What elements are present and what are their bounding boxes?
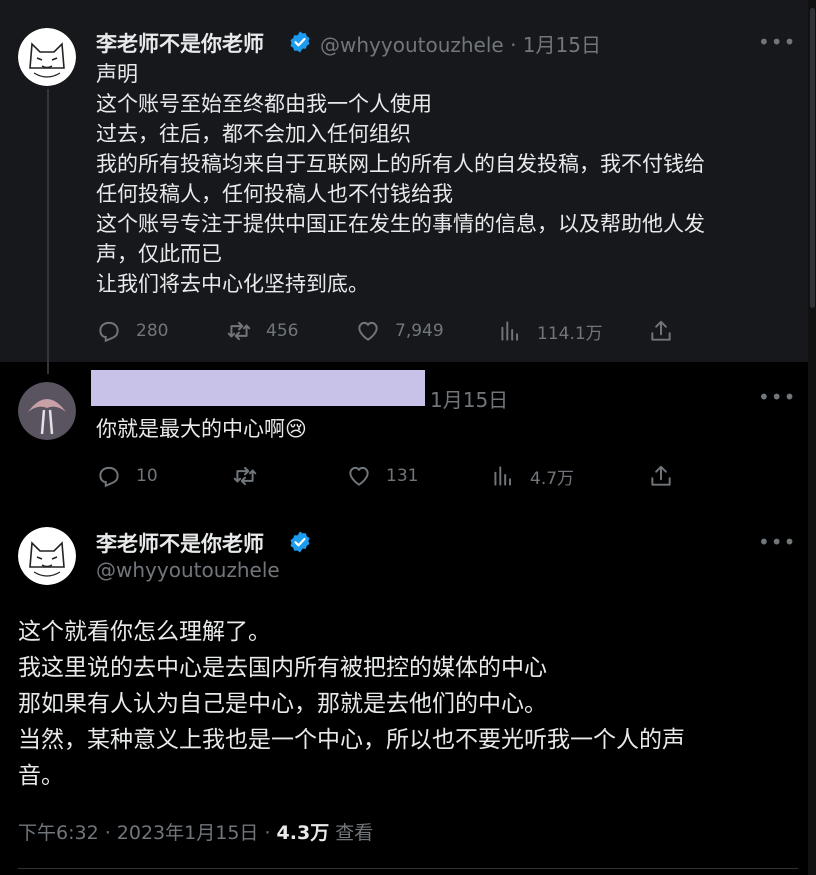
author-name[interactable]: 李老师不是你老师: [96, 28, 264, 58]
tweet-text: 声明 这个账号至始至终都由我一个人使用 过去，往后，都不会加入任何组织 我的所有…: [96, 59, 705, 299]
tweet-text-line: 过去，往后，都不会加入任何组织: [96, 122, 411, 146]
like-count: 7,949: [395, 321, 444, 341]
tweet-text: 这个就看你怎么理解了。 我这里说的去中心是去国内所有被把控的媒体的中心 那如果有…: [18, 614, 685, 794]
heart-icon: [349, 466, 369, 486]
redacted-username: [91, 370, 425, 406]
tweet-text-line: 任何投稿人，任何投稿人也不付钱给我: [96, 182, 453, 206]
like-button[interactable]: 7,949: [355, 318, 444, 344]
reply-icon: [99, 466, 119, 488]
view-count: 114.1万: [537, 323, 603, 344]
tweet-meta: 下午6:32 · 2023年1月15日 · 4.3万 查看: [18, 818, 373, 845]
avatar[interactable]: [18, 28, 76, 86]
reply-count: 280: [136, 321, 169, 341]
tweet-text-line: 那如果有人认为自己是中心，那就是去他们的中心。: [18, 691, 547, 717]
cat-avatar-icon: [18, 527, 76, 585]
user-avatar-icon: [18, 382, 76, 440]
tweet-date[interactable]: 1月15日: [523, 33, 601, 57]
author-name[interactable]: 李老师不是你老师: [96, 528, 264, 558]
reply-icon: [99, 321, 119, 343]
scrollbar-thumb[interactable]: [810, 8, 815, 308]
tweet-text-line: 我这里说的去中心是去国内所有被把控的媒体的中心: [18, 655, 547, 681]
tweet-text-line: 让我们将去中心化坚持到底。: [96, 272, 369, 296]
verified-badge-icon: [290, 531, 310, 553]
retweet-button[interactable]: [232, 463, 272, 489]
tweet-timestamp[interactable]: 下午6:32 · 2023年1月15日 ·: [18, 822, 277, 844]
views-label: 查看: [335, 822, 374, 844]
tweet-text-line: 声，仅此而已: [96, 242, 222, 266]
retweet-icon: [227, 321, 251, 341]
analytics-icon: [501, 321, 519, 341]
more-options-icon[interactable]: •••: [758, 530, 796, 554]
tweet-text-line: 这个账号至始至终都由我一个人使用: [96, 92, 432, 116]
reply-button[interactable]: 10: [96, 463, 158, 489]
views-button[interactable]: 4.7万: [490, 463, 574, 489]
more-options-icon[interactable]: •••: [758, 30, 796, 54]
tweet-text-line: 音。: [18, 763, 64, 789]
author-handle[interactable]: @whyyoutouzhele: [320, 33, 504, 57]
views-button[interactable]: 114.1万: [497, 318, 603, 344]
verified-badge-icon: [290, 31, 310, 53]
like-count: 131: [386, 466, 419, 486]
tweet-date[interactable]: 1月15日: [430, 384, 508, 413]
like-button[interactable]: 131: [346, 463, 418, 489]
reply-text: 你就是最大的中心啊😢: [96, 417, 307, 441]
share-button[interactable]: [648, 318, 688, 344]
author-handle[interactable]: @whyyoutouzhele: [96, 558, 280, 582]
avatar[interactable]: [18, 382, 76, 440]
share-icon: [651, 465, 671, 486]
divider: [18, 868, 798, 869]
tweet-view-count: 4.3万: [276, 822, 330, 844]
more-options-icon[interactable]: •••: [758, 385, 796, 409]
tweet-text-line: 我的所有投稿均来自于互联网上的所有人的自发投稿，我不付钱给: [96, 152, 705, 176]
share-icon: [651, 320, 671, 341]
retweet-button[interactable]: 456: [226, 318, 298, 344]
tweet-text-line: 声明: [96, 62, 138, 86]
avatar[interactable]: [18, 527, 76, 585]
analytics-icon: [494, 466, 512, 486]
tweet-text-line: 这个就看你怎么理解了。: [18, 619, 271, 645]
tweet-text-line: 这个账号专注于提供中国正在发生的事情的信息，以及帮助他人发: [96, 212, 705, 236]
reply-button[interactable]: 280: [96, 318, 168, 344]
tweet-text-line: 当然，某种意义上我也是一个中心，所以也不要光听我一个人的声: [18, 727, 685, 753]
heart-icon: [358, 321, 378, 341]
view-count: 4.7万: [530, 468, 575, 489]
thread-connector-line: [47, 89, 49, 374]
retweet-count: 456: [266, 321, 299, 341]
reply-count: 10: [136, 466, 158, 486]
separator-dot: ·: [510, 33, 523, 57]
cat-avatar-icon: [18, 28, 76, 86]
retweet-icon: [233, 466, 257, 486]
share-button[interactable]: [648, 463, 688, 489]
